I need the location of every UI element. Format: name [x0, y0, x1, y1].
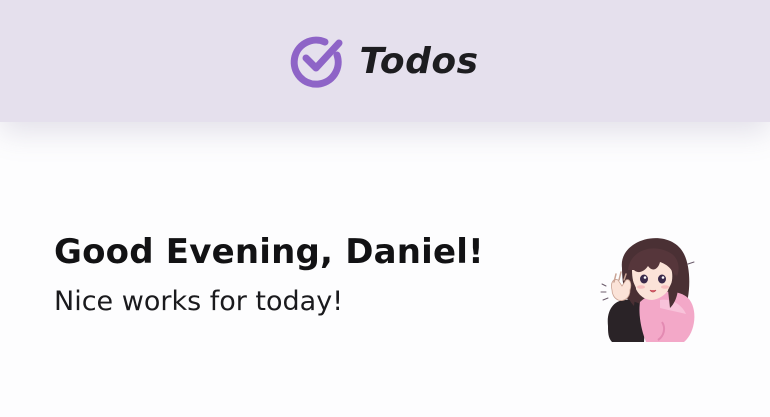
- brand: Todos: [287, 31, 478, 91]
- greeting-title: Good Evening, Daniel!: [54, 232, 484, 272]
- greeting-section: Good Evening, Daniel! Nice works for tod…: [54, 232, 484, 317]
- app-header: Todos: [0, 0, 770, 122]
- app-title: Todos: [359, 40, 479, 82]
- greeting-subtitle: Nice works for today!: [54, 286, 344, 317]
- check-circle-icon: [291, 36, 343, 88]
- avatar-sticker: [600, 238, 695, 342]
